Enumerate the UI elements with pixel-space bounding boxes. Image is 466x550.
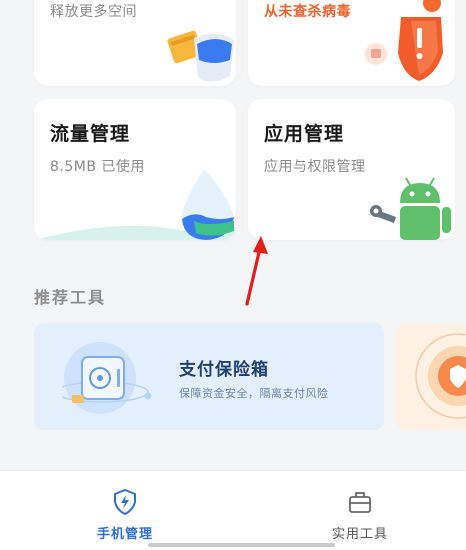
payment-vault-subtitle: 保障资金安全，隔离支付风险 bbox=[179, 387, 329, 400]
payment-vault-card[interactable]: 支付保险箱 保障资金安全，隔离支付风险 bbox=[34, 323, 384, 430]
cleaning-bucket-icon bbox=[167, 30, 234, 82]
storage-cleanup-card[interactable]: 释放更多空间 bbox=[34, 0, 236, 86]
home-indicator[interactable] bbox=[148, 543, 335, 547]
virus-scan-subtitle: 从未查杀病毒 bbox=[264, 4, 351, 20]
lightning-shield-icon bbox=[114, 488, 136, 516]
tab-utility-tools-label: 实用工具 bbox=[331, 527, 388, 542]
app-management-subtitle: 应用与权限管理 bbox=[264, 159, 366, 175]
tab-phone-management-label: 手机管理 bbox=[96, 527, 153, 542]
bottom-tab-bar: 手机管理 实用工具 bbox=[0, 470, 466, 550]
virus-scan-card[interactable]: 从未查杀病毒 bbox=[248, 0, 455, 86]
traffic-management-title: 流量管理 bbox=[50, 123, 131, 145]
payment-vault-title: 支付保险箱 bbox=[179, 360, 269, 380]
tab-phone-management[interactable]: 手机管理 bbox=[65, 488, 185, 542]
recommended-tools-heading: 推荐工具 bbox=[34, 288, 107, 307]
storage-cleanup-subtitle: 释放更多空间 bbox=[50, 4, 137, 20]
water-drop-icon bbox=[34, 169, 236, 240]
warning-shield-icon bbox=[365, 0, 443, 81]
app-management-title: 应用管理 bbox=[264, 123, 345, 145]
traffic-management-card[interactable]: 流量管理 8.5MB 已使用 bbox=[34, 99, 236, 240]
toolbox-icon bbox=[349, 492, 371, 513]
android-wrench-icon bbox=[370, 177, 451, 240]
tab-utility-tools[interactable]: 实用工具 bbox=[300, 489, 420, 542]
red-annotation-arrow bbox=[245, 236, 268, 306]
orange-shield-icon bbox=[415, 333, 466, 419]
safe-box-icon bbox=[62, 342, 152, 414]
app-management-card[interactable]: 应用管理 应用与权限管理 bbox=[248, 99, 455, 240]
next-tool-card-peek[interactable] bbox=[396, 323, 466, 430]
